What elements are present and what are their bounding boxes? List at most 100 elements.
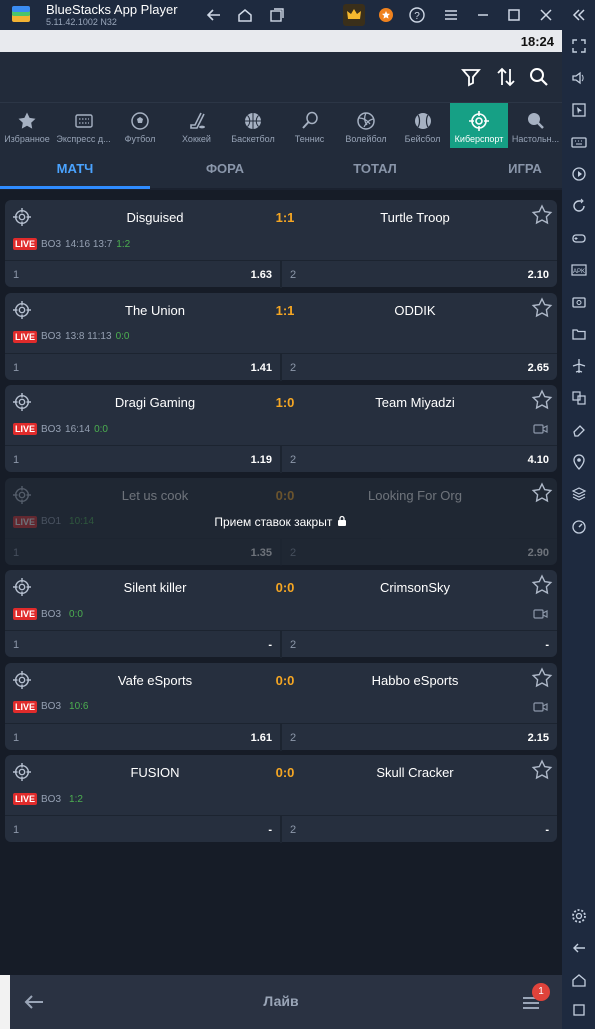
table-tennis-icon (527, 113, 544, 129)
video-camera-icon[interactable] (533, 608, 549, 620)
express-icon (74, 114, 93, 128)
odd-button-1[interactable]: 1- (5, 631, 280, 658)
favorite-star-icon[interactable] (531, 389, 553, 411)
match-card[interactable]: FUSION 0:0 Skull Cracker LIVE BO3 1:2 1-2- (5, 755, 557, 843)
odds-row: 1 1.63 2 2.10 (5, 260, 557, 288)
tennis-racket-icon (301, 111, 318, 129)
odd-label: 2 (290, 269, 297, 281)
android-recents-icon[interactable] (569, 1000, 589, 1020)
odd-button-2[interactable]: 2 2.65 (280, 353, 557, 381)
favorite-star-icon[interactable] (531, 574, 553, 596)
betting-closed-text: Прием ставок закрыт (214, 514, 333, 529)
sort-icon[interactable] (493, 64, 519, 90)
match-card[interactable]: Let us cook 0:0 Looking For Org LIVE BO1 10:1… (5, 477, 557, 566)
window-version: 5.11.42.1002 N32 (46, 17, 117, 27)
help-icon[interactable]: ? (406, 4, 428, 26)
airplane-icon[interactable] (569, 356, 589, 376)
current-map-score: 1:2 (69, 793, 83, 805)
crown-icon[interactable] (343, 4, 365, 26)
odd-button-2[interactable]: 2- (280, 631, 557, 658)
odd-button-2[interactable]: 2- (280, 816, 557, 843)
odd-value: 2.10 (527, 269, 549, 281)
maximize-icon[interactable] (503, 4, 525, 26)
collapse-sidebar-icon[interactable] (568, 4, 590, 26)
minimize-icon[interactable] (472, 4, 494, 26)
bottom-bar-edge (0, 975, 10, 1029)
gamepad-icon[interactable] (569, 228, 589, 248)
match-format: BO3 (41, 608, 62, 620)
folder-icon[interactable] (569, 324, 589, 344)
odd-button-1[interactable]: 1 1.35 (5, 539, 280, 566)
odd-button-2[interactable]: 2 2.15 (280, 723, 557, 751)
home-icon[interactable] (234, 4, 256, 26)
team-away: Habbo eSports (371, 672, 459, 688)
tab-1[interactable]: ФОРА (150, 148, 300, 188)
location-icon[interactable] (569, 452, 589, 472)
video-camera-icon[interactable] (533, 701, 549, 713)
multi-window-icon[interactable] (266, 4, 288, 26)
match-card[interactable]: The Union 1:1 ODDIK LIVE BO3 13:8 11:13 0:0 1 1.… (5, 292, 557, 381)
odds-row: 1 1.61 2 2.15 (5, 722, 557, 751)
match-card[interactable]: Dragi Gaming 1:0 Team Miyadzi LIVE BO3 16:14 0… (5, 385, 557, 473)
fullscreen-icon[interactable] (569, 36, 589, 56)
android-back-icon[interactable] (569, 938, 589, 958)
odd-button-1[interactable]: 1 1.41 (5, 354, 280, 381)
performance-icon[interactable] (569, 516, 589, 536)
match-card[interactable]: Vafe eSports 0:0 Habbo eSports LIVE BO3 10:6 1… (5, 662, 557, 751)
tab-0[interactable]: МАТЧ (0, 148, 150, 188)
eraser-icon[interactable] (569, 420, 589, 440)
tab-2[interactable]: ТОТАЛ (300, 148, 450, 188)
favorite-star-icon[interactable] (531, 759, 553, 781)
favorite-star-icon[interactable] (531, 666, 553, 689)
volume-icon[interactable] (569, 68, 589, 88)
pointer-icon[interactable] (569, 100, 589, 120)
odd-button-1[interactable]: 1 1.19 (5, 446, 280, 473)
odd-button-2[interactable]: 2 2.10 (280, 261, 557, 288)
favorite-star-icon[interactable] (531, 204, 553, 226)
odd-button-1[interactable]: 1 1.63 (5, 261, 280, 288)
back-arrow-icon[interactable] (203, 4, 225, 26)
match-card[interactable]: Silent killer 0:0 CrimsonSky LIVE BO3 0:0 1-2- (5, 570, 557, 658)
odd-button-2[interactable]: 2 4.10 (280, 446, 557, 473)
team-home: Dragi Gaming (114, 395, 196, 410)
bluestacks-logo-icon (12, 6, 30, 22)
odd-label: 1 (13, 824, 20, 836)
match-format: BO3 (41, 331, 62, 342)
odd-button-1[interactable]: 1 1.61 (5, 724, 280, 751)
multi-instance-icon[interactable] (569, 388, 589, 408)
tab-3[interactable]: ИГРА (450, 148, 595, 188)
screenshot-icon[interactable] (569, 292, 589, 312)
favorite-star-icon[interactable] (531, 296, 553, 319)
rotate-icon[interactable] (569, 196, 589, 216)
current-map-score: 0:0 (115, 331, 130, 342)
team-home: Disguised (126, 210, 184, 225)
odd-button-2[interactable]: 2 2.90 (280, 538, 557, 566)
live-badge: LIVE (13, 423, 38, 435)
odd-value: 4.10 (527, 454, 549, 466)
match-card[interactable]: Disguised 1:1 Turtle Troop LIVE BO3 14:16 13:… (5, 200, 557, 288)
crosshair-icon (13, 578, 31, 596)
close-icon[interactable] (535, 4, 557, 26)
sport-label: Хоккей (182, 134, 211, 144)
soccer-ball-icon (131, 112, 149, 130)
favorite-star-icon[interactable] (531, 481, 553, 504)
menu-icon[interactable] (440, 4, 462, 26)
android-home-icon[interactable] (569, 970, 589, 990)
map-scores: 16:14 (65, 423, 91, 435)
layers-icon[interactable] (569, 484, 589, 504)
apk-icon[interactable]: APK (569, 260, 589, 280)
premium-badge-icon[interactable] (375, 4, 397, 26)
filter-icon[interactable] (458, 64, 484, 90)
video-camera-icon[interactable] (533, 423, 549, 435)
bet-slip-count-badge: 1 (532, 983, 550, 1001)
bottom-bar: Лайв 1 (10, 975, 562, 1029)
sport-label: Избранное (4, 134, 50, 144)
search-icon[interactable] (526, 64, 552, 90)
match-format: BO3 (41, 238, 62, 250)
odd-value: - (268, 824, 272, 836)
odd-value: 1.41 (250, 361, 272, 374)
settings-gear-icon[interactable] (569, 906, 589, 926)
baseball-icon (414, 113, 431, 129)
live-badge: LIVE (13, 330, 38, 343)
odd-button-1[interactable]: 1- (5, 816, 280, 843)
